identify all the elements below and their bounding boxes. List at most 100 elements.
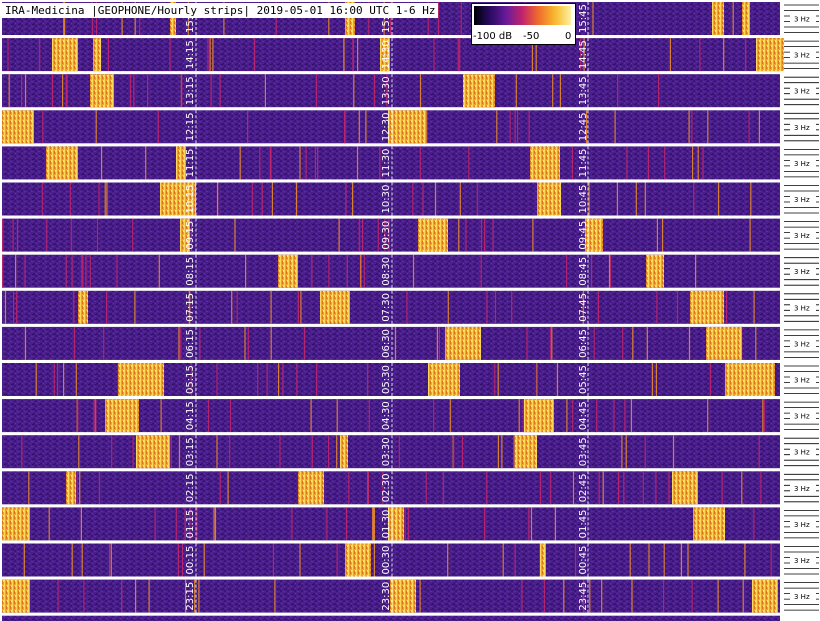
transient-line (346, 507, 348, 541)
event-band (690, 290, 724, 324)
transient-line (663, 579, 665, 613)
transient-line (181, 74, 183, 108)
transient-line (426, 110, 428, 144)
strip-time-label: 14:45 (578, 40, 589, 69)
transient-line (449, 399, 451, 433)
transient-line (502, 543, 504, 577)
transient-line (492, 218, 494, 252)
transient-line (130, 74, 132, 108)
strip-time-label: 11:30 (381, 149, 392, 178)
transient-line (57, 579, 59, 613)
transient-line (688, 326, 691, 360)
transient-line (543, 579, 545, 613)
colorbar-min-label: -100 dB (473, 31, 513, 42)
transient-line (753, 507, 755, 541)
transient-line (721, 471, 723, 505)
transient-line (536, 363, 538, 396)
transient-line (214, 507, 217, 541)
transient-line (566, 254, 568, 288)
transient-line (373, 543, 375, 577)
transient-line (672, 435, 675, 469)
transient-line (251, 182, 253, 216)
transient-line (48, 507, 50, 541)
event-band (390, 579, 416, 613)
transient-line (419, 146, 421, 180)
transient-line (589, 579, 591, 613)
strip-time-label: 11:45 (578, 149, 589, 178)
transient-line (398, 435, 400, 469)
transient-line (66, 74, 68, 108)
frequency-tick-label: 3 Hz (794, 52, 810, 60)
transient-line (644, 435, 646, 469)
strip-time-label: 23:45 (578, 582, 589, 611)
transient-line (513, 435, 515, 469)
transient-line (198, 579, 200, 613)
frequency-tick-label: 3 Hz (794, 557, 810, 565)
transient-line (616, 182, 618, 216)
transient-line (95, 399, 97, 433)
transient-line (259, 146, 261, 180)
transient-line (680, 543, 682, 577)
transient-line (692, 146, 694, 180)
strip-time-label: 23:30 (381, 582, 392, 611)
transient-line (707, 110, 709, 144)
transient-line (157, 110, 159, 144)
event-band (540, 543, 546, 577)
transient-line (132, 435, 134, 469)
event-band (693, 507, 725, 541)
transient-line (71, 543, 73, 577)
transient-line (460, 2, 462, 35)
transient-line (465, 218, 467, 252)
transient-line (563, 579, 565, 613)
frequency-tick-label: 3 Hz (794, 124, 810, 132)
strip-time-label: 04:30 (381, 401, 392, 430)
transient-line (622, 326, 624, 360)
transient-line (328, 254, 330, 288)
transient-line (2, 218, 4, 252)
transient-line (602, 471, 604, 505)
transient-line (556, 363, 559, 396)
transient-line (78, 435, 80, 469)
transient-line (63, 363, 65, 396)
transient-line (614, 110, 616, 144)
transient-line (116, 254, 118, 288)
strip-2: 13:15 13:30 13:45 (2, 74, 780, 108)
transient-line (147, 74, 149, 108)
strip-time-label: 12:45 (578, 112, 589, 141)
transient-line (336, 543, 338, 577)
transient-line (693, 182, 695, 216)
transient-line (367, 363, 369, 396)
transient-line (65, 254, 67, 288)
strip-14: 01:15 01:30 01:45 (2, 507, 780, 541)
frequency-tick-label: 3 Hz (794, 449, 810, 457)
transient-line (62, 74, 64, 108)
transient-line (244, 326, 246, 360)
transient-line (15, 254, 17, 288)
event-band (445, 326, 481, 360)
transient-line (597, 290, 599, 324)
strip-time-label: 06:45 (578, 329, 589, 358)
transient-line (518, 399, 520, 433)
transient-line (229, 399, 232, 433)
transient-line (227, 471, 229, 505)
transient-line (101, 146, 103, 180)
transient-line (425, 471, 427, 505)
transient-line (596, 399, 598, 433)
transient-line (742, 579, 744, 613)
transient-line (762, 399, 764, 433)
strip-time-label: 00:15 (185, 546, 196, 575)
strip-7: 08:15 08:30 08:45 (2, 254, 780, 288)
transient-line (372, 507, 374, 541)
transient-line (758, 110, 760, 144)
transient-line (365, 110, 367, 144)
frequency-tick-label: 3 Hz (794, 593, 810, 601)
transient-line (566, 399, 568, 433)
transient-line (632, 326, 634, 360)
event-band (52, 38, 78, 72)
transient-line (688, 110, 690, 144)
transient-line (12, 218, 14, 252)
event-band (672, 471, 698, 505)
event-band (388, 110, 426, 144)
transient-line (95, 110, 97, 144)
transient-line (655, 471, 657, 505)
